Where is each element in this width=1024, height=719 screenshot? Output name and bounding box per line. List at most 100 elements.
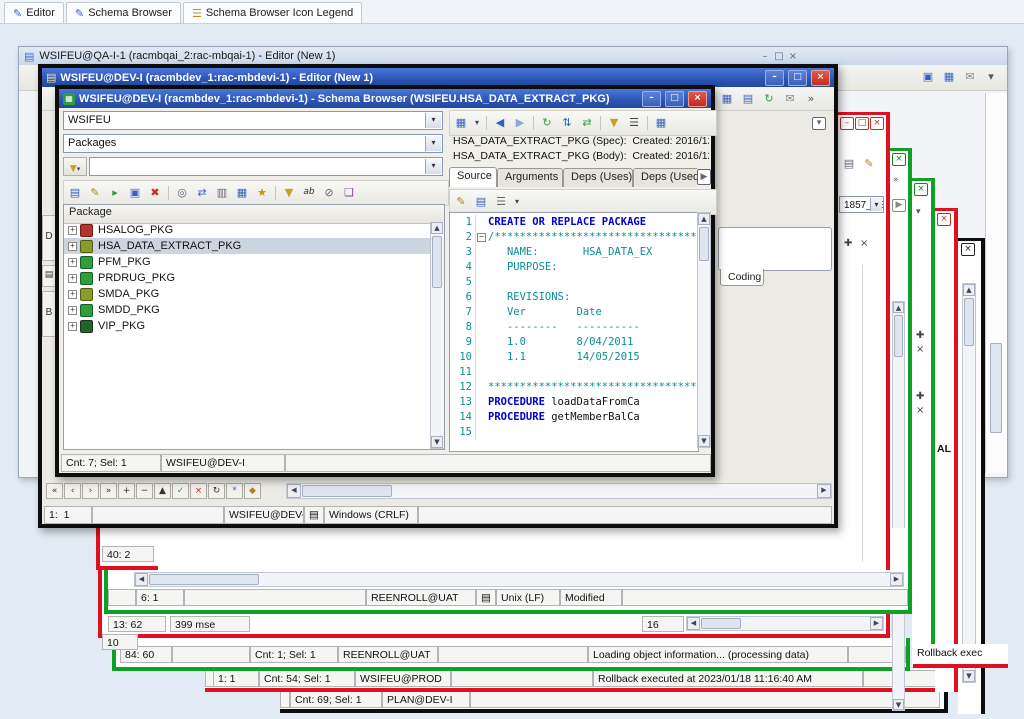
dropdown-icon[interactable]: ▾: [870, 198, 882, 211]
options-icon[interactable]: ☰: [492, 193, 510, 211]
maximize-icon[interactable]: □: [788, 69, 807, 86]
pin-icon[interactable]: ✚: [916, 391, 924, 402]
close-icon[interactable]: ×: [870, 117, 884, 130]
minimize-icon[interactable]: –: [642, 90, 661, 107]
scroll-down-icon[interactable]: ▼: [893, 699, 904, 710]
scroll-right-icon[interactable]: ▶: [890, 573, 903, 586]
forward-icon[interactable]: ▶: [511, 114, 529, 132]
close-icon[interactable]: ×: [937, 213, 951, 226]
edit-source-icon[interactable]: ✎: [452, 193, 470, 211]
collapse-panel-icon[interactable]: ▾: [812, 117, 826, 130]
save-icon[interactable]: ▣: [126, 184, 144, 202]
nav-prior-icon[interactable]: ‹: [64, 483, 81, 499]
tab-icon-legend[interactable]: ☰ Schema Browser Icon Legend: [182, 2, 363, 23]
expand-icon[interactable]: +: [68, 273, 77, 283]
minimize-icon[interactable]: –: [765, 69, 784, 86]
code-vertical-scrollbar[interactable]: ▲ ▼: [697, 212, 711, 448]
scroll-thumb[interactable]: [701, 618, 741, 629]
create-icon[interactable]: ▤: [66, 184, 84, 202]
list-item[interactable]: + PRDRUG_PKG: [64, 270, 430, 286]
report-icon[interactable]: ❏: [340, 184, 358, 202]
edit-icon[interactable]: ✎: [86, 184, 104, 202]
close-panel-icon[interactable]: ×: [860, 238, 868, 249]
tab-scroll-right-icon[interactable]: ▶: [697, 169, 711, 185]
grid2-icon[interactable]: ▦: [940, 68, 958, 86]
pin-icon[interactable]: ✚: [844, 238, 852, 249]
nav-cancel-icon[interactable]: ×: [190, 483, 207, 499]
nav-refresh-icon[interactable]: ↻: [208, 483, 225, 499]
scroll-thumb[interactable]: [964, 298, 974, 346]
filter-button[interactable]: ▼▾: [63, 157, 87, 176]
list-item[interactable]: + HSALOG_PKG: [64, 222, 430, 238]
refresh-icon[interactable]: ↻: [760, 90, 778, 108]
nav-delete-icon[interactable]: −: [136, 483, 153, 499]
chevron-more-icon[interactable]: »: [893, 175, 899, 185]
coding-tab[interactable]: Coding: [720, 269, 764, 286]
dropdown-icon[interactable]: ▾: [425, 113, 441, 128]
scroll-left-icon[interactable]: ◀: [135, 573, 148, 586]
scroll-thumb[interactable]: [432, 236, 442, 288]
side-tab-2[interactable]: B: [42, 291, 56, 337]
side-tab-icon[interactable]: ▤: [42, 265, 56, 287]
schema-browser-title-bar[interactable]: ▦ WSIFEU@DEV-I (racmbdev_1:rac-mbdevi-1)…: [59, 89, 711, 108]
compare-icon[interactable]: ⇄: [193, 184, 211, 202]
list-item[interactable]: + PFM_PKG: [64, 254, 430, 270]
close-icon[interactable]: ×: [892, 153, 906, 166]
maximize-icon[interactable]: □: [772, 51, 786, 62]
vertical-scrollbar[interactable]: ▲ ▼: [962, 283, 976, 683]
sync-icon[interactable]: ⇄: [578, 114, 596, 132]
dropdown-icon[interactable]: ▾: [425, 136, 441, 151]
horizontal-scrollbar[interactable]: ◀ ▶: [286, 483, 832, 499]
dropdown-icon[interactable]: ▾: [425, 159, 441, 174]
drop-icon[interactable]: ✖: [146, 184, 164, 202]
script-icon[interactable]: ▥: [213, 184, 231, 202]
close-panel-icon[interactable]: ×: [916, 344, 924, 355]
scroll-up-icon[interactable]: ▲: [698, 213, 710, 225]
grid-icon[interactable]: ▦: [718, 90, 736, 108]
horizontal-scrollbar[interactable]: ◀ ▶: [686, 616, 884, 631]
dropdown-icon[interactable]: ▾: [472, 114, 482, 132]
scroll-thumb[interactable]: [894, 315, 903, 357]
list-item[interactable]: + SMDD_PKG: [64, 302, 430, 318]
nav-insert-icon[interactable]: +: [118, 483, 135, 499]
close-icon[interactable]: ×: [688, 90, 707, 107]
maximize-icon[interactable]: □: [855, 117, 869, 130]
qa-title-bar[interactable]: ▤ WSIFEU@QA-I-1 (racmbqai_2:rac-mbqai-1)…: [19, 47, 1007, 65]
schema-selector[interactable]: WSIFEU ▾: [63, 111, 443, 130]
scroll-up-icon[interactable]: ▲: [893, 302, 904, 313]
nav-apply-icon[interactable]: *: [226, 483, 243, 499]
nav-first-icon[interactable]: «: [46, 483, 63, 499]
refresh-icon[interactable]: ↻: [538, 114, 556, 132]
object-type-selector[interactable]: Packages ▾: [63, 134, 443, 153]
list-item[interactable]: + VIP_PKG: [64, 318, 430, 334]
scroll-up-icon[interactable]: ▲: [431, 222, 443, 234]
grid-icon[interactable]: ▦: [233, 184, 251, 202]
tab-editor[interactable]: ✎ Editor: [4, 2, 64, 23]
collapse-icon[interactable]: ▾: [982, 68, 1000, 86]
vertical-scrollbar[interactable]: ▲ ▼: [892, 301, 905, 711]
scroll-left-icon[interactable]: ◀: [687, 617, 700, 630]
list-view-icon[interactable]: ☰: [625, 114, 643, 132]
pin-list-icon[interactable]: ▦: [452, 114, 470, 132]
tab-deps-used-by[interactable]: Deps (Used B: [633, 168, 697, 187]
nav-last-icon[interactable]: »: [100, 483, 117, 499]
dropdown-icon[interactable]: ▾: [916, 207, 921, 217]
edit-icon[interactable]: ✎: [860, 155, 878, 173]
back-icon[interactable]: ◀: [491, 114, 509, 132]
source-code-view[interactable]: 1 CREATE OR REPLACE PACKAGE 2−/**********…: [449, 212, 699, 452]
describe-icon[interactable]: ◎: [173, 184, 191, 202]
close-icon[interactable]: ×: [811, 69, 830, 86]
nav-edit-icon[interactable]: ▲: [154, 483, 171, 499]
expand-icon[interactable]: +: [68, 321, 77, 331]
horizontal-scrollbar[interactable]: ◀ ▶: [134, 572, 904, 587]
mail-icon[interactable]: ✉: [781, 90, 799, 108]
nav-options-icon[interactable]: ◆: [244, 483, 261, 499]
expand-icon[interactable]: +: [68, 225, 77, 235]
refresh-all-icon[interactable]: ⇅: [558, 114, 576, 132]
scroll-thumb[interactable]: [149, 574, 259, 585]
close-icon[interactable]: ×: [961, 243, 975, 256]
scroll-thumb[interactable]: [699, 227, 709, 261]
execute-icon[interactable]: ▸: [106, 184, 124, 202]
page-icon[interactable]: ▤: [739, 90, 757, 108]
scroll-down-icon[interactable]: ▼: [963, 670, 975, 682]
